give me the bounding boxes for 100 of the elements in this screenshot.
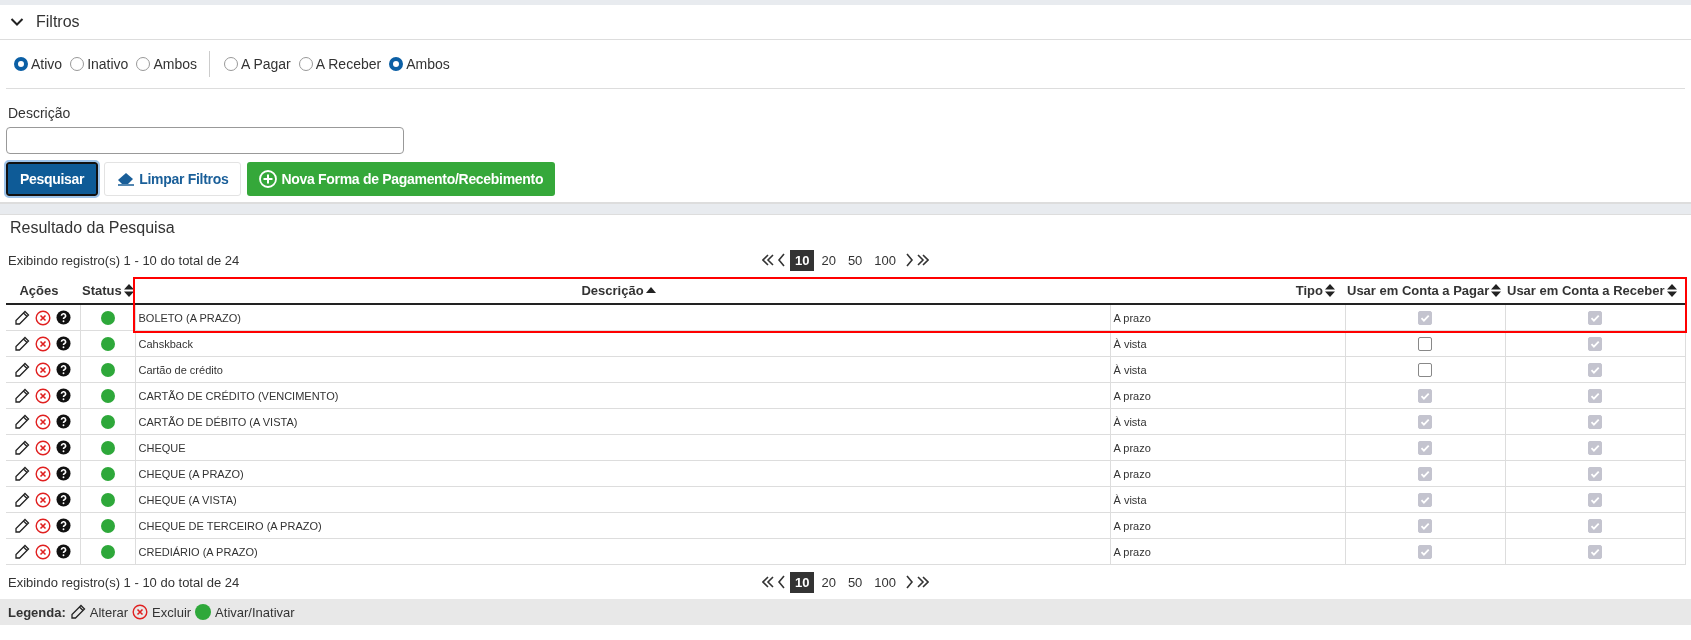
checkbox[interactable] [1588, 388, 1602, 403]
radio-option[interactable]: A Receber [298, 56, 382, 72]
search-button[interactable]: Pesquisar [6, 162, 99, 196]
column-header[interactable]: Ações [19, 282, 59, 298]
checkbox[interactable] [1588, 336, 1602, 351]
table-cell: CHEQUE (A VISTA) [135, 486, 1110, 513]
status-dot[interactable] [100, 388, 115, 403]
checkbox[interactable] [1588, 310, 1602, 325]
page-size-option[interactable]: 50 [842, 249, 868, 271]
clear-button[interactable]: Limpar Filtros [104, 162, 242, 196]
checkbox[interactable] [1418, 336, 1432, 351]
status-dot[interactable] [100, 362, 115, 377]
help-icon [56, 440, 72, 455]
column-header[interactable]: Usar em Conta a Receber [1507, 282, 1677, 298]
checkbox[interactable] [1588, 362, 1602, 377]
page-size-option[interactable]: 10 [789, 249, 815, 271]
status-dot[interactable] [100, 414, 115, 429]
column-header[interactable]: Usar em Conta a Pagar [1347, 282, 1502, 298]
page-size-option[interactable]: 10 [789, 571, 815, 593]
help-icon [56, 388, 72, 403]
sort-icon[interactable] [1491, 283, 1502, 297]
eraser-icon [117, 172, 136, 186]
help-icon [56, 414, 72, 429]
previous-page-icon[interactable] [775, 253, 788, 267]
section-title: Filtros [36, 13, 80, 31]
checkbox[interactable] [1588, 466, 1602, 481]
previous-page-icon[interactable] [775, 575, 788, 589]
table-cell: À vista [1110, 356, 1345, 383]
edit-icon [14, 543, 31, 560]
edit-icon [14, 387, 31, 404]
table-cell: CARTÃO DE DÉBITO (A VISTA) [135, 408, 1110, 435]
collapse-chevron-icon[interactable] [10, 17, 24, 27]
table-cell: A prazo [1110, 538, 1345, 565]
checkbox[interactable] [1418, 414, 1432, 429]
page-size-option[interactable]: 50 [842, 571, 868, 593]
checkbox[interactable] [1588, 440, 1602, 455]
column-header[interactable]: Tipo [1295, 282, 1335, 298]
radio-option[interactable]: Ambos [389, 56, 450, 72]
table-cell: CREDIÁRIO (A PRAZO) [135, 538, 1110, 565]
column-header[interactable]: Descrição [581, 282, 656, 298]
status-dot-icon [195, 604, 212, 620]
checkbox[interactable] [1418, 362, 1432, 377]
table-cell: CHEQUE (A PRAZO) [135, 460, 1110, 487]
checkbox[interactable] [1418, 440, 1432, 455]
input-field[interactable] [6, 127, 404, 154]
table-cell: A prazo [1110, 512, 1345, 539]
checkbox[interactable] [1418, 544, 1432, 559]
table-cell: CARTÃO DE CRÉDITO (VENCIMENTO) [135, 382, 1110, 409]
table-cell: À vista [1110, 330, 1345, 357]
sort-icon[interactable] [1325, 283, 1335, 297]
table-cell: A prazo [1110, 382, 1345, 409]
delete-icon [35, 517, 52, 534]
radio-option[interactable]: A Pagar [223, 56, 291, 72]
checkbox[interactable] [1418, 466, 1432, 481]
page-size-option[interactable]: 20 [816, 571, 841, 593]
section-title: Resultado da Pesquisa [0, 214, 1691, 243]
page-size-option[interactable]: 20 [816, 249, 841, 271]
checkbox[interactable] [1418, 518, 1432, 533]
checkbox[interactable] [1418, 492, 1432, 507]
help-icon [56, 310, 72, 325]
status-dot[interactable] [100, 466, 115, 481]
edit-icon [14, 413, 31, 430]
page-size-option[interactable]: 100 [869, 249, 902, 271]
edit-icon [14, 491, 31, 508]
checkbox[interactable] [1418, 388, 1432, 403]
table-cell: CHEQUE [135, 434, 1110, 461]
checkbox[interactable] [1588, 518, 1602, 533]
status-dot[interactable] [100, 518, 115, 533]
status-dot[interactable] [100, 336, 115, 351]
last-page-icon[interactable] [917, 253, 930, 267]
delete-icon [35, 491, 52, 508]
radio-option[interactable]: Ativo [14, 56, 63, 72]
status-dot[interactable] [100, 310, 115, 325]
status-dot[interactable] [100, 440, 115, 455]
checkbox[interactable] [1588, 414, 1602, 429]
page-size-option[interactable]: 100 [869, 571, 902, 593]
first-page-icon[interactable] [761, 253, 774, 267]
checkbox[interactable] [1588, 544, 1602, 559]
sort-ascending-icon[interactable] [645, 287, 656, 293]
next-page-icon[interactable] [903, 253, 916, 267]
status-dot[interactable] [100, 544, 115, 559]
delete-icon [35, 465, 52, 482]
last-page-icon[interactable] [917, 575, 930, 589]
delete-icon [35, 439, 52, 456]
radio-option[interactable]: Ambos [136, 56, 197, 72]
next-page-icon[interactable] [903, 575, 916, 589]
help-icon [56, 336, 72, 351]
status-dot[interactable] [100, 492, 115, 507]
sort-icon[interactable] [1666, 283, 1677, 297]
first-page-icon[interactable] [761, 575, 774, 589]
checkbox[interactable] [1588, 492, 1602, 507]
delete-icon [35, 387, 52, 404]
help-icon [56, 544, 72, 559]
edit-icon [14, 465, 31, 482]
sort-icon[interactable] [123, 283, 134, 297]
checkbox[interactable] [1418, 310, 1432, 325]
radio-option[interactable]: Inativo [70, 56, 129, 72]
table-cell: Cahskback [135, 330, 1110, 357]
column-header[interactable]: Status [82, 282, 134, 298]
legend-label: Alterar [89, 604, 129, 620]
